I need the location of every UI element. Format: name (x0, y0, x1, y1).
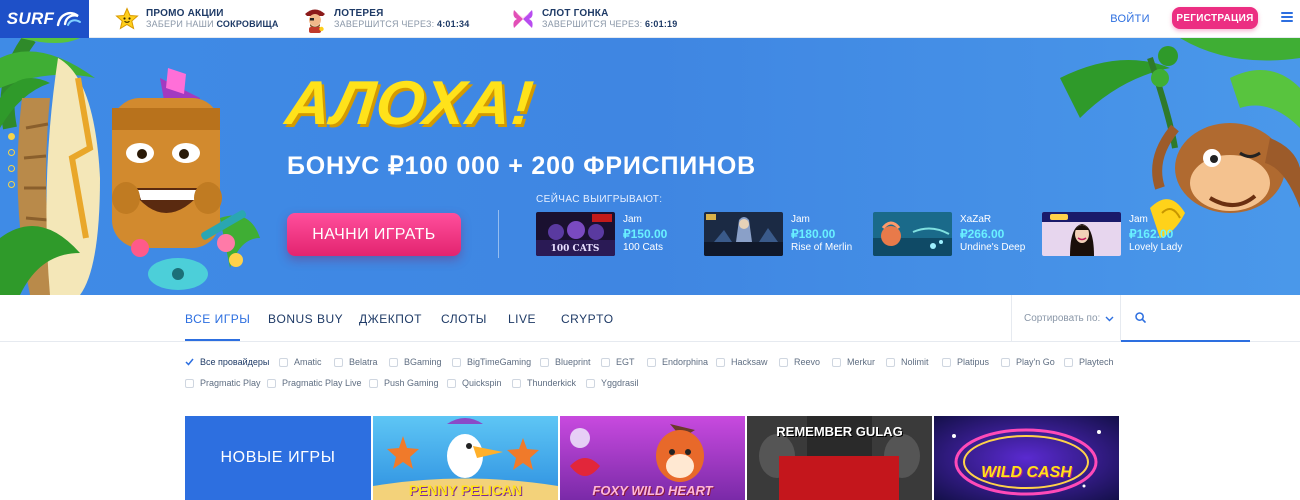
butterfly-icon (510, 6, 536, 32)
provider-checkbox[interactable]: Playtech (1064, 357, 1114, 367)
active-tab-indicator (185, 339, 240, 341)
game-tile-wild-cash[interactable]: WILD CASH (934, 416, 1119, 500)
provider-checkbox[interactable]: EGT (601, 357, 635, 367)
lottery-title: ЛОТЕРЕЯ (334, 8, 384, 19)
winning-now-label: СЕЙЧАС ВЫИГРЫВАЮТ: (536, 194, 663, 205)
hero-banner: АЛОХА! БОНУС ₽100 000 + 200 ФРИСПИНОВ НА… (0, 38, 1300, 295)
winner-name: Jam (623, 214, 642, 225)
provider-checkbox[interactable]: Reevo (779, 357, 820, 367)
top-header: SURF ПРОМО АКЦИИ ЗАБЕРИ НАШИ СОКРОВИЩА Л… (0, 0, 1300, 38)
provider-checkbox[interactable]: Endorphina (647, 357, 708, 367)
check-icon (185, 358, 194, 367)
category-tabs-bar: ВСЕ ИГРЫ BONUS BUY ДЖЕКПОТ СЛОТЫ LIVE CR… (0, 295, 1300, 342)
game-thumbnail: 100 CATS (536, 212, 615, 256)
winner-card[interactable]: XaZaR ₽266.00 Undine's Deep (873, 212, 1025, 256)
winner-card[interactable]: Jam ₽162.00 Lovely Lady (1042, 212, 1182, 256)
game-tile-remember-gulag[interactable]: REMEMBER GULAG (747, 416, 932, 500)
slider-pagination (8, 133, 15, 197)
login-button[interactable]: ВОЙТИ (1106, 8, 1154, 30)
provider-checkbox[interactable]: Blueprint (540, 357, 591, 367)
provider-checkbox[interactable]: Platipus (942, 357, 989, 367)
chevron-down-icon (1105, 316, 1114, 321)
new-games-tile[interactable]: НОВЫЕ ИГРЫ (185, 416, 371, 500)
tab-live[interactable]: LIVE (508, 312, 536, 326)
provider-checkbox-all[interactable]: Все провайдеры (185, 357, 269, 367)
tab-bonus-buy[interactable]: BONUS BUY (268, 312, 343, 326)
slide-dot-4[interactable] (8, 181, 15, 188)
tab-slots[interactable]: СЛОТЫ (441, 312, 487, 326)
game-thumbnail (704, 212, 783, 256)
winner-game: Lovely Lady (1129, 242, 1183, 253)
slide-dot-2[interactable] (8, 149, 15, 156)
winner-card[interactable]: Jam ₽180.00 Rise of Merlin (704, 212, 852, 256)
site-logo[interactable]: SURF (0, 0, 89, 38)
provider-checkbox[interactable]: Yggdrasil (586, 378, 639, 388)
menu-icon[interactable] (1281, 12, 1293, 24)
winner-card[interactable]: 100 CATS Jam ₽150.00 100 Cats (536, 212, 667, 256)
palm-right-illustration (1060, 38, 1300, 149)
slide-dot-3[interactable] (8, 165, 15, 172)
provider-checkbox[interactable]: Hacksaw (716, 357, 768, 367)
tiki-mascot-illustration (112, 68, 247, 290)
wild-cash-artwork (934, 416, 1119, 500)
provider-checkbox[interactable]: Amatic (279, 357, 322, 367)
logo-text: SURF (6, 9, 55, 28)
slot-race-link[interactable]: СЛОТ ГОНКА ЗАВЕРШИТСЯ ЧЕРЕЗ: 6:01:19 (510, 4, 677, 34)
hero-headline: АЛОХА! (282, 69, 538, 138)
promo-subtitle: ЗАБЕРИ НАШИ СОКРОВИЩА (146, 19, 279, 29)
game-title: REMEMBER GULAG (776, 424, 903, 439)
winner-amount: ₽180.00 (791, 227, 836, 241)
register-button[interactable]: РЕГИСТРАЦИЯ (1172, 7, 1258, 29)
winner-amount: ₽150.00 (623, 227, 668, 241)
winner-game: Rise of Merlin (791, 242, 853, 253)
star-icon (114, 6, 140, 32)
provider-checkbox[interactable]: BigTimeGaming (452, 357, 531, 367)
provider-checkbox[interactable]: BGaming (389, 357, 442, 367)
slot-race-title: СЛОТ ГОНКА (542, 8, 609, 19)
tab-all-games[interactable]: ВСЕ ИГРЫ (185, 312, 250, 326)
tab-jackpot[interactable]: ДЖЕКПОТ (359, 312, 422, 326)
provider-checkbox[interactable]: Nolimit (886, 357, 929, 367)
provider-checkbox[interactable]: Push Gaming (369, 378, 439, 388)
promo-actions-link[interactable]: ПРОМО АКЦИИ ЗАБЕРИ НАШИ СОКРОВИЩА (114, 4, 279, 34)
provider-checkbox[interactable]: Belatra (334, 357, 378, 367)
winner-name: Jam (1129, 214, 1148, 225)
pirate-icon (302, 6, 328, 33)
hero-divider (498, 210, 499, 258)
game-tile-foxy-wild-heart[interactable]: FOXY WILD HEART (560, 416, 745, 500)
game-tile-penny-pelican[interactable]: PENNY PELICAN (373, 416, 558, 500)
sort-dropdown[interactable]: Сортировать по: (1011, 295, 1121, 342)
game-title: FOXY WILD HEART (592, 483, 713, 498)
tab-crypto[interactable]: CRYPTO (561, 312, 614, 326)
wave-icon (57, 12, 82, 27)
provider-checkbox[interactable]: Pragmatic Play (185, 378, 261, 388)
game-thumbnail (873, 212, 952, 256)
provider-checkbox[interactable]: Thunderkick (512, 378, 576, 388)
provider-checkbox[interactable]: Pragmatic Play Live (267, 378, 362, 388)
provider-checkbox[interactable]: Play'n Go (1001, 357, 1055, 367)
winner-game: 100 Cats (623, 242, 664, 253)
lottery-timer: ЗАВЕРШИТСЯ ЧЕРЕЗ: 4:01:34 (334, 19, 470, 29)
winner-amount: ₽162.00 (1129, 227, 1174, 241)
winner-game: Undine's Deep (960, 242, 1026, 253)
sort-label: Сортировать по: (1024, 313, 1101, 324)
start-playing-button[interactable]: НАЧНИ ИГРАТЬ (287, 213, 461, 256)
provider-checkbox[interactable]: Merkur (832, 357, 875, 367)
svg-text:100 CATS: 100 CATS (551, 244, 600, 254)
provider-checkbox[interactable]: Quickspin (447, 378, 502, 388)
winner-amount: ₽266.00 (960, 227, 1005, 241)
search-icon (1135, 312, 1146, 323)
game-title: PENNY PELICAN (408, 482, 523, 498)
promo-title: ПРОМО АКЦИИ (146, 8, 224, 19)
game-title: WILD CASH (981, 464, 1072, 481)
slot-race-timer: ЗАВЕРШИТСЯ ЧЕРЕЗ: 6:01:19 (542, 19, 678, 29)
winner-name: Jam (791, 214, 810, 225)
new-games-label: НОВЫЕ ИГРЫ (220, 449, 336, 466)
slide-dot-1[interactable] (8, 133, 15, 140)
lottery-link[interactable]: ЛОТЕРЕЯ ЗАВЕРШИТСЯ ЧЕРЕЗ: 4:01:34 (302, 4, 469, 34)
winner-name: XaZaR (960, 214, 992, 225)
search-button[interactable] (1121, 295, 1250, 342)
game-thumbnail (1042, 212, 1121, 256)
hero-bonus-text: БОНУС ₽100 000 + 200 ФРИСПИНОВ (287, 152, 756, 180)
